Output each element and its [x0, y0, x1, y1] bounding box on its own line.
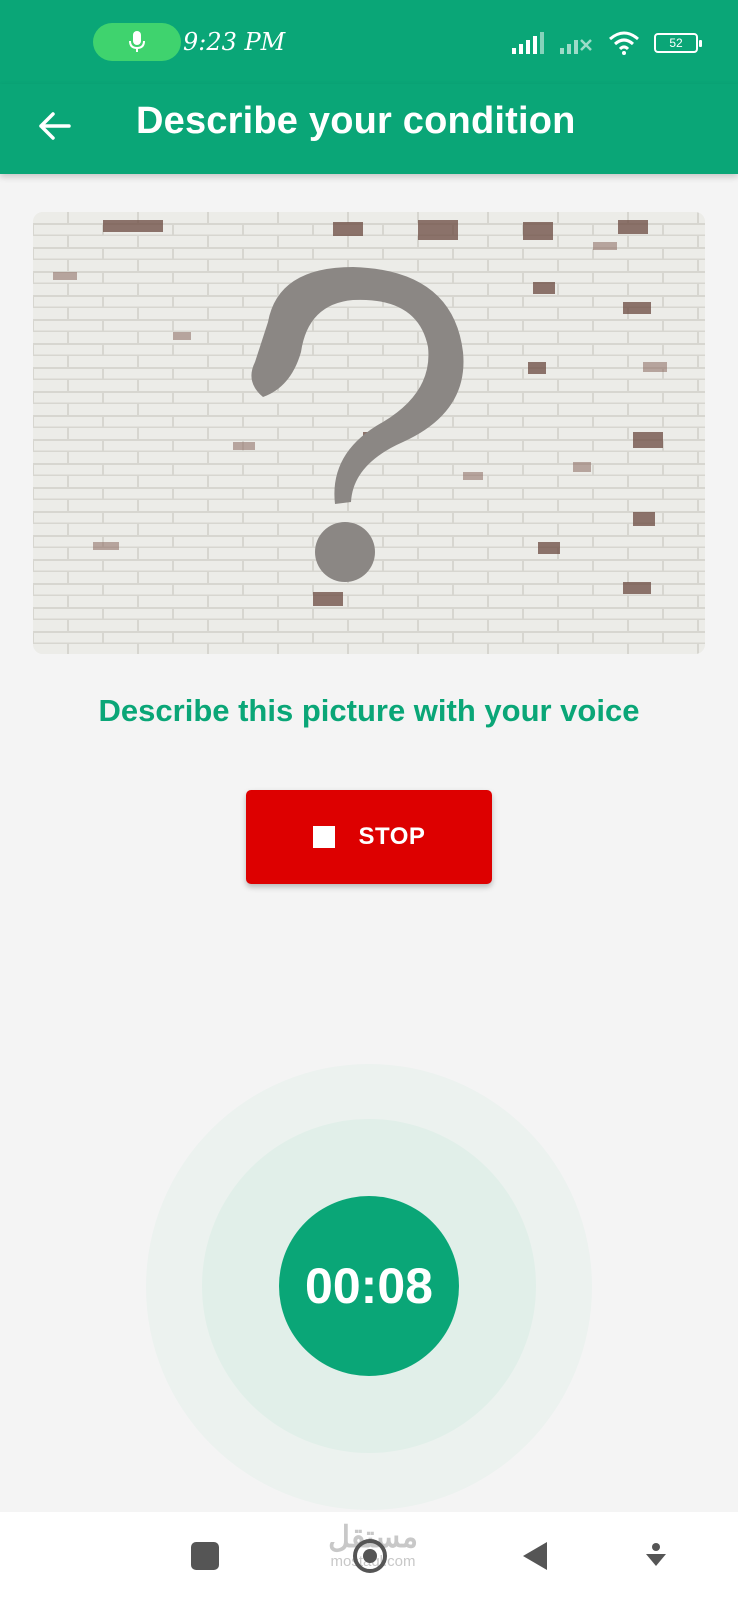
recents-icon — [191, 1542, 219, 1570]
question-mark-dot — [315, 522, 375, 582]
system-nav-bar: مستقل mostaql.com — [0, 1512, 738, 1600]
status-icons: 52 — [512, 30, 702, 56]
question-mark-picture — [33, 212, 705, 654]
arrow-left-icon — [39, 112, 71, 140]
back-nav-button[interactable] — [511, 1532, 559, 1580]
recording-timer: 00:08 — [279, 1196, 459, 1376]
wifi-icon — [609, 31, 639, 55]
page-title: Describe your condition — [136, 100, 576, 142]
battery-level: 52 — [669, 36, 683, 50]
status-bar: 9:23 PM 52 — [0, 0, 738, 84]
home-icon — [353, 1539, 387, 1573]
assistant-icon — [646, 1543, 666, 1566]
back-button[interactable] — [30, 102, 78, 150]
stop-button[interactable]: STOP — [246, 790, 492, 884]
signal-icon — [512, 32, 544, 54]
assistant-button[interactable] — [632, 1532, 680, 1580]
stop-square-icon — [312, 826, 335, 848]
signal-no-service-icon — [560, 39, 592, 54]
timer-value: 00:08 — [305, 1258, 433, 1314]
stop-button-label: STOP — [358, 823, 426, 850]
battery-icon: 52 — [654, 33, 702, 53]
app-bar: Describe your condition — [0, 84, 738, 174]
home-button[interactable] — [346, 1532, 394, 1580]
recents-button[interactable] — [181, 1532, 229, 1580]
instruction-text: Describe this picture with your voice — [98, 693, 640, 728]
mic-recording-indicator[interactable] — [93, 23, 181, 61]
microphone-icon — [129, 31, 145, 52]
back-icon — [523, 1542, 547, 1570]
status-time: 9:23 PM — [183, 28, 286, 56]
